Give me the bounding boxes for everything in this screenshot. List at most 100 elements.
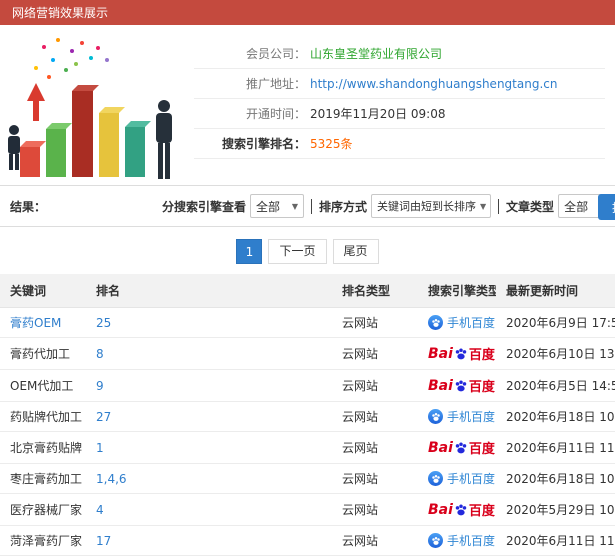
chevron-down-icon: ▼: [291, 201, 299, 211]
promo-url-link[interactable]: http://www.shandonghuangshengtang.cn: [310, 77, 557, 91]
next-page-button[interactable]: 下一页: [268, 239, 327, 264]
filter-divider: [498, 198, 500, 214]
col-rank: 排名: [86, 274, 332, 308]
sort-filter-label: 排序方式: [319, 199, 368, 214]
updated-time-cell: 2020年6月5日 14:57: [496, 369, 615, 402]
table-row: 北京膏药贴牌 1 云网站 Bai 百度 2020年6月11日 11: [0, 431, 615, 464]
keyword-link[interactable]: 枣庄膏药加工: [10, 472, 82, 486]
engine-filter-group: 分搜索引擎查看 全部 ▼: [162, 194, 305, 218]
rank-link[interactable]: 1: [96, 441, 104, 455]
baidu-logo: Bai 百度: [428, 376, 495, 396]
baidu-logo-text-du: 百度: [468, 504, 495, 519]
engine-filter-label: 分搜索引擎查看: [162, 199, 247, 214]
chevron-down-icon: ▼: [480, 201, 487, 211]
mobile-baidu-label: 手机百度: [447, 534, 496, 548]
engine-cell: Bai 百度: [418, 369, 496, 402]
promo-url-row: 推广地址： http://www.shandonghuangshengtang.…: [194, 69, 605, 99]
baidu-paw-icon: [455, 347, 467, 359]
header-bar: 网络营销效果展示: [0, 0, 615, 25]
rank-cell: 1: [86, 431, 332, 464]
keyword-cell: 膏药代加工: [0, 337, 86, 370]
updated-time-cell: 2020年6月9日 17:50: [496, 307, 615, 338]
filter-bar: 结果： 分搜索引擎查看 全部 ▼ 排序方式 关键词由短到长排序 ▼ 文章类型 全…: [0, 185, 615, 227]
updated-time-cell: 2020年6月18日 10:19: [496, 463, 615, 494]
table-row: 医疗器械厂家 4 云网站 Bai 百度 2020年5月29日 10: [0, 493, 615, 526]
open-time-row: 开通时间： 2019年11月20日 09:08: [194, 99, 605, 129]
article-type-label: 文章类型: [506, 199, 555, 214]
info-section: 会员公司： 山东皇圣堂药业有限公司 推广地址： http://www.shand…: [0, 25, 615, 185]
keyword-link[interactable]: 膏药OEM: [10, 316, 61, 330]
engine-cell: Bai 百度: [418, 431, 496, 464]
promo-url-label: 推广地址：: [245, 77, 306, 91]
keyword-link[interactable]: 药贴牌代加工: [10, 410, 82, 424]
last-page-button[interactable]: 尾页: [332, 239, 379, 264]
company-details: 会员公司： 山东皇圣堂药业有限公司 推广地址： http://www.shand…: [194, 31, 605, 183]
table-header-row: 关键词 排名 排名类型 搜索引擎类型 最新更新时间: [0, 274, 615, 308]
submit-button[interactable]: 提交: [598, 194, 615, 220]
mobile-baidu-badge: 手机百度: [428, 314, 495, 331]
table-row: 药贴牌代加工 27 云网站 手机百度 2020年6月18日 10: [0, 401, 615, 432]
keyword-link[interactable]: 膏药代加工: [10, 347, 70, 361]
rank-link[interactable]: 25: [96, 316, 111, 330]
open-time-value: 2019年11月20日 09:08: [310, 107, 446, 121]
keyword-cell: 枣庄膏药加工: [0, 463, 86, 494]
businessman-right: [156, 100, 172, 179]
page-1-button[interactable]: 1: [236, 239, 263, 264]
engine-filter-selected-value: 全部: [256, 199, 281, 214]
updated-time-cell: 2020年6月18日 10:25: [496, 401, 615, 432]
updated-time-cell: 2020年6月11日 11:18: [496, 431, 615, 464]
engine-rank-row: 搜索引擎排名： 5325条: [194, 129, 605, 159]
mobile-baidu-badge: 手机百度: [428, 532, 495, 549]
engine-cell: Bai 百度: [418, 337, 496, 370]
rank-cell: 1,4,6: [86, 463, 332, 494]
col-rank-type: 排名类型: [332, 274, 418, 308]
rank-link[interactable]: 17: [96, 534, 111, 548]
chart-illustration: [6, 31, 188, 183]
baidu-paw-icon: [455, 503, 467, 515]
keyword-cell: 膏药OEM: [0, 307, 86, 338]
member-company-label: 会员公司：: [245, 47, 306, 61]
updated-time-cell: 2020年5月29日 10:32: [496, 493, 615, 526]
rank-link[interactable]: 9: [96, 379, 104, 393]
bar-chart-graphic: [8, 38, 172, 179]
rank-type-cell: 云网站: [332, 307, 418, 338]
keyword-link[interactable]: 北京膏药贴牌: [10, 441, 82, 455]
updated-time-cell: 2020年6月10日 13:40: [496, 337, 615, 370]
baidu-logo: Bai 百度: [428, 344, 495, 364]
keyword-link[interactable]: 菏泽膏药厂家: [10, 534, 82, 548]
keyword-cell: 北京膏药贴牌: [0, 431, 86, 464]
rank-type-cell: 云网站: [332, 431, 418, 464]
results-table-body: 膏药OEM 25 云网站 手机百度 2020年6月9日 17:50 膏药代加工 …: [0, 307, 615, 556]
keyword-link[interactable]: OEM代加工: [10, 379, 73, 393]
baidu-logo-text-du: 百度: [468, 442, 495, 457]
table-row: 膏药代加工 8 云网站 Bai 百度 2020年6月10日 13: [0, 337, 615, 370]
businessman-left: [8, 125, 20, 170]
result-label: 结果：: [10, 199, 47, 214]
baidu-logo-text-bai: Bai: [428, 439, 453, 456]
sort-filter-select[interactable]: 关键词由短到长排序 ▼: [371, 194, 492, 218]
rank-type-cell: 云网站: [332, 337, 418, 370]
rank-cell: 17: [86, 525, 332, 556]
rank-link[interactable]: 4: [96, 503, 104, 517]
mobile-baidu-label: 手机百度: [447, 316, 496, 330]
up-arrow-icon: [27, 83, 45, 121]
rank-link[interactable]: 8: [96, 347, 104, 361]
table-row: OEM代加工 9 云网站 Bai 百度 2020年6月5日 14:57: [0, 369, 615, 402]
rank-link[interactable]: 1,4,6: [96, 472, 127, 486]
table-row: 枣庄膏药加工 1,4,6 云网站 手机百度 2020年6月18日 10: [0, 463, 615, 494]
keyword-link[interactable]: 医疗器械厂家: [10, 503, 82, 517]
baidu-logo-text-bai: Bai: [428, 377, 453, 394]
pagination: 1 下一页 尾页: [0, 227, 615, 274]
updated-time-cell: 2020年6月11日 11:40: [496, 525, 615, 556]
rank-cell: 27: [86, 401, 332, 432]
rank-link[interactable]: 27: [96, 410, 111, 424]
table-row: 菏泽膏药厂家 17 云网站 手机百度 2020年6月11日 11: [0, 525, 615, 556]
baidu-logo-text-bai: Bai: [428, 345, 453, 362]
mobile-baidu-icon: [428, 409, 443, 424]
page-title: 网络营销效果展示: [12, 6, 109, 20]
baidu-paw-icon: [455, 379, 467, 391]
engine-filter-select[interactable]: 全部 ▼: [250, 194, 305, 218]
keyword-cell: OEM代加工: [0, 369, 86, 402]
baidu-logo-text-bai: Bai: [428, 501, 453, 518]
article-type-group: 文章类型 全部 ▼: [506, 194, 613, 218]
